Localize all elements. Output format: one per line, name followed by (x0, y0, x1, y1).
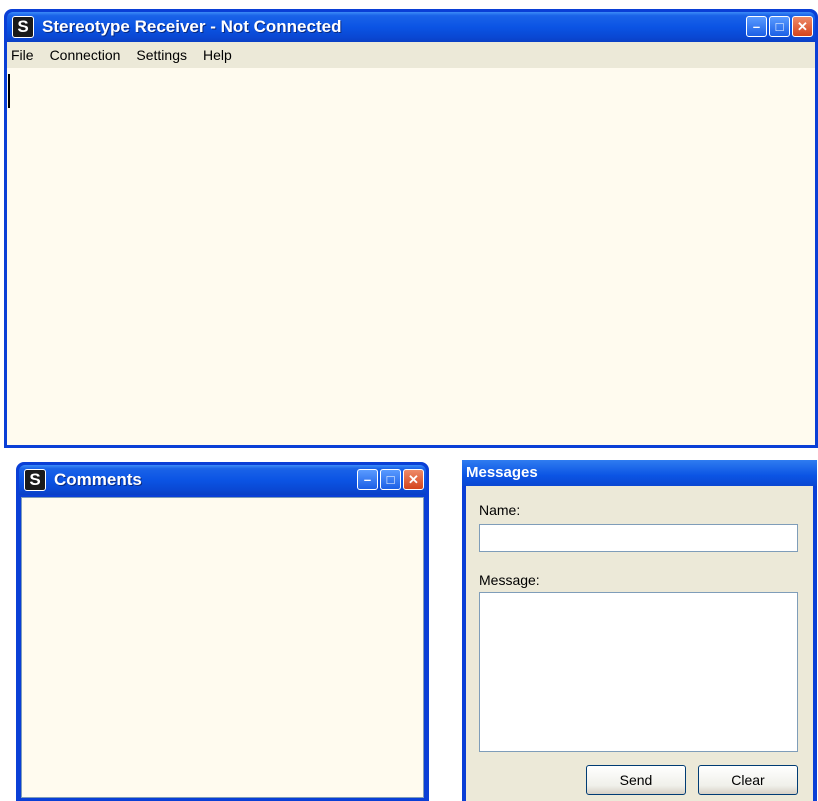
receiver-text-area[interactable] (7, 68, 815, 445)
comments-window: S Comments – □ ✕ (16, 462, 429, 801)
close-button[interactable]: ✕ (403, 469, 424, 490)
maximize-button[interactable]: □ (769, 16, 790, 37)
send-button[interactable]: Send (586, 765, 686, 795)
main-titlebar[interactable]: S Stereotype Receiver - Not Connected – … (7, 12, 815, 42)
comments-titlebar[interactable]: S Comments – □ ✕ (19, 465, 426, 495)
messages-title[interactable]: Messages (462, 460, 817, 486)
comments-title: Comments (54, 470, 142, 489)
message-label: Message: (479, 572, 540, 588)
menubar: File Connection Settings Help (7, 42, 815, 68)
minimize-button[interactable]: – (746, 16, 767, 37)
window-title: Stereotype Receiver - Not Connected (42, 17, 342, 36)
menu-file[interactable]: File (7, 42, 42, 68)
comments-text-area[interactable] (21, 497, 424, 798)
main-window: S Stereotype Receiver - Not Connected – … (4, 9, 818, 448)
clear-button[interactable]: Clear (698, 765, 798, 795)
minimize-button[interactable]: – (357, 469, 378, 490)
menu-connection[interactable]: Connection (42, 42, 129, 68)
name-label: Name: (479, 502, 521, 518)
name-field[interactable] (479, 524, 798, 552)
messages-body: Name: Message: Send Clear (466, 486, 813, 801)
menu-settings[interactable]: Settings (128, 42, 195, 68)
message-field[interactable] (479, 592, 798, 752)
menu-help[interactable]: Help (195, 42, 240, 68)
messages-window: Messages Name: Message: Send Clear (462, 460, 817, 801)
maximize-button[interactable]: □ (380, 469, 401, 490)
app-logo-icon[interactable]: S (12, 16, 34, 38)
close-button[interactable]: ✕ (792, 16, 813, 37)
text-caret (8, 74, 10, 108)
app-logo-icon[interactable]: S (24, 469, 46, 491)
